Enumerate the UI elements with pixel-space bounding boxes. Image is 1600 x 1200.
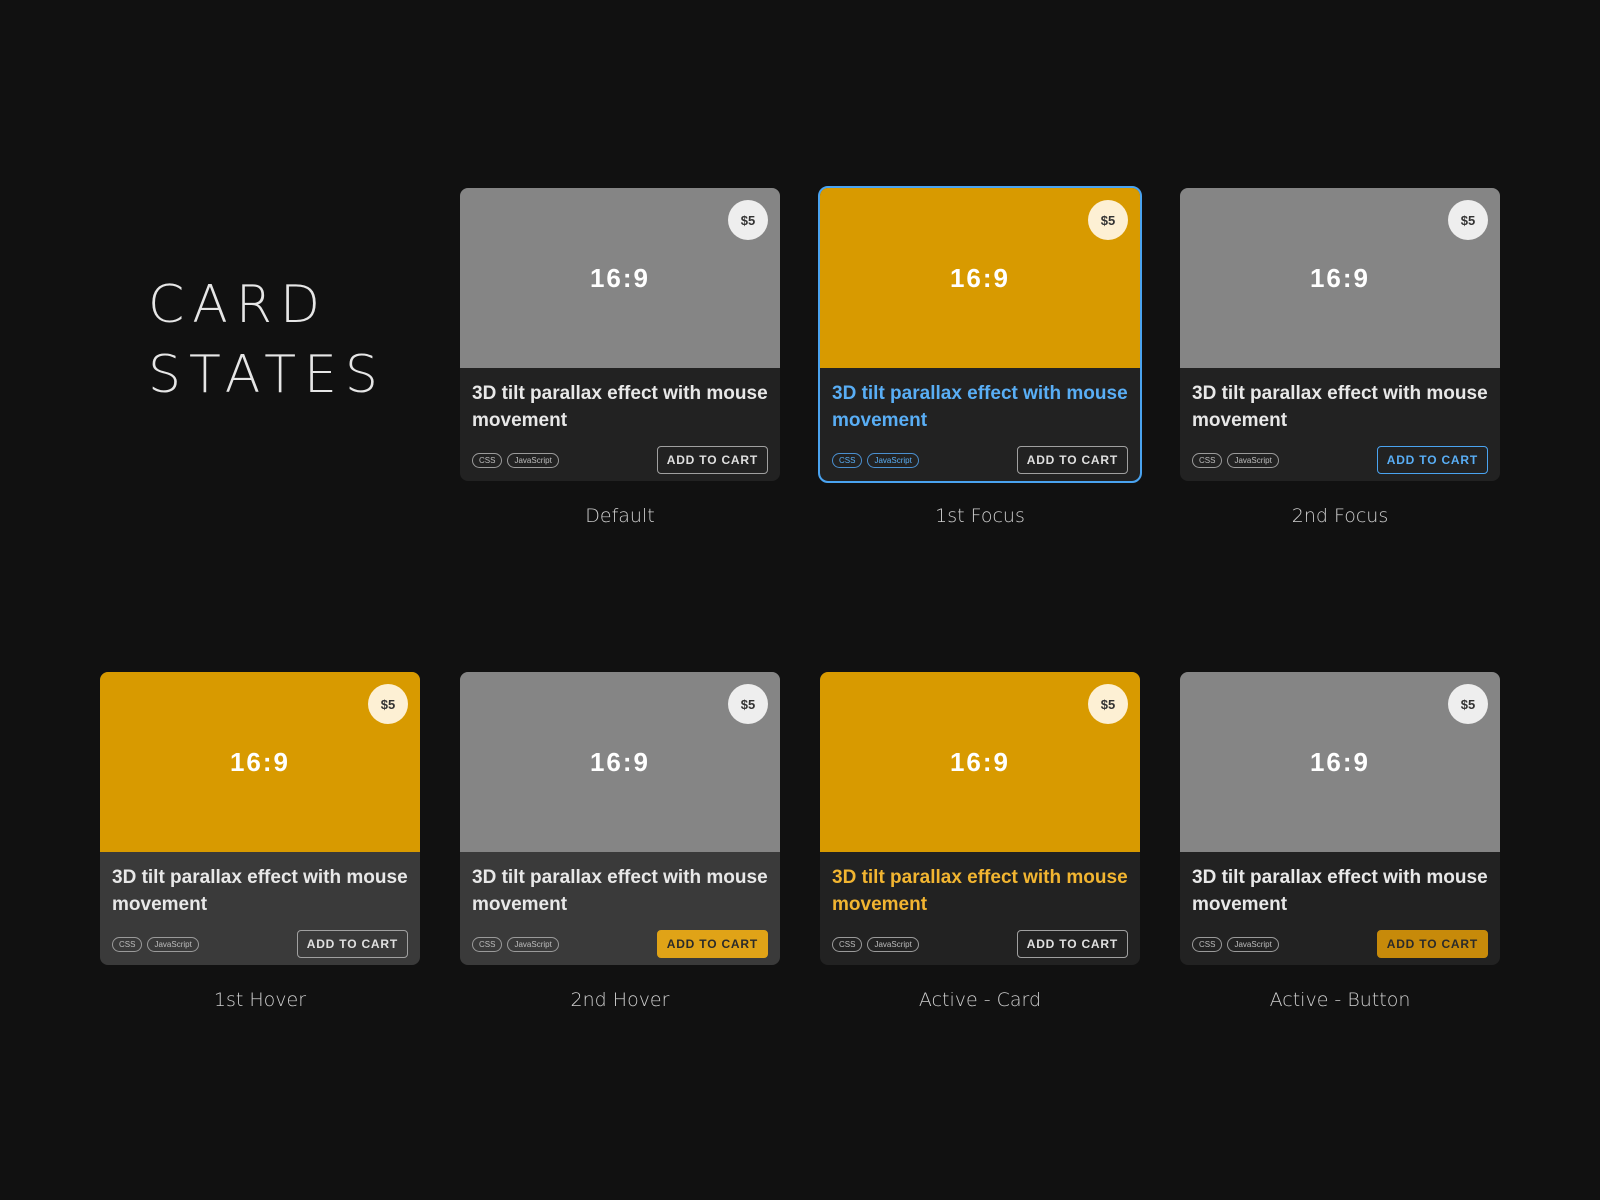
price-badge: $5 bbox=[1088, 684, 1128, 724]
state-caption: Active - Card bbox=[918, 989, 1042, 1011]
card-thumbnail: 16:9 $5 bbox=[820, 672, 1140, 852]
card-thumbnail: 16:9 $5 bbox=[460, 672, 780, 852]
tag-javascript: JavaScript bbox=[507, 936, 559, 952]
card-title: 3D tilt parallax effect with mouse movem… bbox=[1192, 383, 1488, 431]
aspect-ratio-label: 16:9 bbox=[589, 262, 651, 293]
card-title: 3D tilt parallax effect with mouse movem… bbox=[472, 867, 768, 915]
card-title: 3D tilt parallax effect with mouse movem… bbox=[112, 867, 408, 915]
aspect-ratio-label: 16:9 bbox=[229, 746, 291, 777]
tag-css: CSS bbox=[472, 452, 503, 468]
price-badge: $5 bbox=[1448, 684, 1488, 724]
tag-javascript: JavaScript bbox=[867, 936, 919, 952]
price-badge: $5 bbox=[1088, 200, 1128, 240]
product-card[interactable]: 16:9 $5 3D tilt parallax effect with mou… bbox=[818, 186, 1142, 483]
state-caption: 1st Hover bbox=[213, 989, 307, 1011]
price-badge: $5 bbox=[1448, 200, 1488, 240]
price-badge: $5 bbox=[728, 200, 768, 240]
state-active-button: 16:9 $5 3D tilt parallax effect with mou… bbox=[1180, 672, 1500, 1011]
product-card[interactable]: 16:9 $5 3D tilt parallax effect with mou… bbox=[460, 672, 780, 965]
tag-javascript: JavaScript bbox=[1227, 936, 1279, 952]
tag-css: CSS bbox=[832, 452, 863, 468]
card-title: 3D tilt parallax effect with mouse movem… bbox=[832, 867, 1128, 915]
tag-javascript: JavaScript bbox=[147, 936, 199, 952]
tag-javascript: JavaScript bbox=[867, 452, 919, 468]
state-caption: Active - Button bbox=[1269, 989, 1411, 1011]
add-to-cart-button[interactable]: ADD TO CART bbox=[1016, 446, 1128, 474]
add-to-cart-button[interactable]: ADD TO CART bbox=[1376, 446, 1488, 474]
state-first-hover: 16:9 $5 3D tilt parallax effect with mou… bbox=[100, 672, 420, 1011]
aspect-ratio-label: 16:9 bbox=[1309, 746, 1371, 777]
card-thumbnail: 16:9 $5 bbox=[820, 188, 1140, 368]
product-card[interactable]: 16:9 $5 3D tilt parallax effect with mou… bbox=[460, 188, 780, 481]
tag-javascript: JavaScript bbox=[507, 452, 559, 468]
add-to-cart-button[interactable]: ADD TO CART bbox=[1376, 930, 1488, 958]
card-thumbnail: 16:9 $5 bbox=[460, 188, 780, 368]
state-second-hover: 16:9 $5 3D tilt parallax effect with mou… bbox=[460, 672, 780, 1011]
tag-javascript: JavaScript bbox=[1227, 452, 1279, 468]
page-title-line-1: CARD bbox=[148, 275, 329, 335]
card-thumbnail: 16:9 $5 bbox=[1180, 672, 1500, 852]
card-states-page: CARD STATES 16:9 $5 3D tilt parallax eff… bbox=[0, 0, 1600, 1200]
aspect-ratio-label: 16:9 bbox=[1309, 262, 1371, 293]
add-to-cart-button[interactable]: ADD TO CART bbox=[656, 930, 768, 958]
aspect-ratio-label: 16:9 bbox=[949, 746, 1011, 777]
state-caption: 2nd Hover bbox=[570, 989, 670, 1011]
tag-css: CSS bbox=[112, 936, 143, 952]
state-caption: 1st Focus bbox=[935, 505, 1025, 527]
product-card[interactable]: 16:9 $5 3D tilt parallax effect with mou… bbox=[100, 672, 420, 965]
page-title: CARD STATES bbox=[148, 270, 386, 410]
card-title: 3D tilt parallax effect with mouse movem… bbox=[472, 383, 768, 431]
tag-css: CSS bbox=[1192, 452, 1223, 468]
aspect-ratio-label: 16:9 bbox=[949, 262, 1011, 293]
product-card[interactable]: 16:9 $5 3D tilt parallax effect with mou… bbox=[1180, 188, 1500, 481]
aspect-ratio-label: 16:9 bbox=[589, 746, 651, 777]
card-title: 3D tilt parallax effect with mouse movem… bbox=[832, 383, 1128, 431]
state-caption: Default bbox=[585, 505, 655, 527]
product-card[interactable]: 16:9 $5 3D tilt parallax effect with mou… bbox=[820, 672, 1140, 965]
card-title: 3D tilt parallax effect with mouse movem… bbox=[1192, 867, 1488, 915]
card-thumbnail: 16:9 $5 bbox=[1180, 188, 1500, 368]
add-to-cart-button[interactable]: ADD TO CART bbox=[1016, 930, 1128, 958]
add-to-cart-button[interactable]: ADD TO CART bbox=[656, 446, 768, 474]
state-default: 16:9 $5 3D tilt parallax effect with mou… bbox=[460, 188, 780, 527]
tag-css: CSS bbox=[1192, 936, 1223, 952]
page-title-line-2: STATES bbox=[148, 345, 386, 405]
state-caption: 2nd Focus bbox=[1291, 505, 1389, 527]
add-to-cart-button[interactable]: ADD TO CART bbox=[296, 930, 408, 958]
card-thumbnail: 16:9 $5 bbox=[100, 672, 420, 852]
state-first-focus: 16:9 $5 3D tilt parallax effect with mou… bbox=[818, 186, 1142, 527]
price-badge: $5 bbox=[368, 684, 408, 724]
price-badge: $5 bbox=[728, 684, 768, 724]
state-active-card: 16:9 $5 3D tilt parallax effect with mou… bbox=[820, 672, 1140, 1011]
tag-css: CSS bbox=[472, 936, 503, 952]
product-card[interactable]: 16:9 $5 3D tilt parallax effect with mou… bbox=[1180, 672, 1500, 965]
tag-css: CSS bbox=[832, 936, 863, 952]
state-second-focus: 16:9 $5 3D tilt parallax effect with mou… bbox=[1180, 188, 1500, 527]
